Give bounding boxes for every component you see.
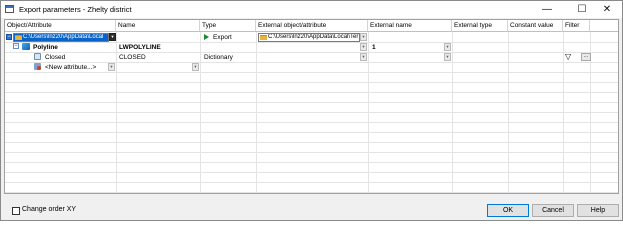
polyline-layer-icon: [22, 43, 30, 50]
grid-column-divider: [508, 32, 509, 193]
grid-column-divider: [563, 32, 564, 193]
object-name: Polyline: [33, 44, 58, 51]
external-name-dropdown-button[interactable]: ▼: [444, 43, 451, 51]
grid-row-divider: [5, 142, 618, 143]
grid-row-divider: [5, 192, 618, 193]
external-file-dropdown-button[interactable]: ▼: [360, 33, 367, 41]
collapse-icon[interactable]: −: [6, 34, 12, 40]
external-name-dropdown-button[interactable]: ▼: [444, 53, 451, 61]
grid-row-divider: [5, 102, 618, 103]
folder-icon: [260, 35, 267, 40]
grid-row-divider: [5, 72, 618, 73]
row-type: Export: [213, 34, 232, 41]
collapse-icon[interactable]: −: [13, 43, 19, 49]
title-bar: Export parameters - Zhelty district — ☐ …: [1, 1, 622, 18]
column-header-object-attribute[interactable]: Object/Attribute: [5, 20, 116, 32]
attribute-icon: [34, 53, 41, 60]
window-title: Export parameters - Zhelty district: [19, 5, 132, 14]
grid-row-divider: [5, 152, 618, 153]
external-name[interactable]: 1: [372, 43, 376, 52]
filter-options-button[interactable]: ...: [581, 53, 591, 61]
attribute-name: Closed: [45, 54, 66, 61]
column-header-external-type[interactable]: External type: [452, 20, 508, 32]
attribute-type: Dictionary: [204, 54, 233, 61]
grid-row-divider: [5, 82, 618, 83]
grid-row-divider: [5, 182, 618, 183]
grid-column-divider: [116, 32, 117, 193]
grid-row-divider: [5, 162, 618, 163]
external-attribute-dropdown-button[interactable]: ▼: [360, 53, 367, 61]
external-file-path[interactable]: C:\Users\lnz20\AppData\Local\Ter: [258, 33, 360, 42]
cancel-button[interactable]: Cancel: [532, 204, 574, 217]
export-arrow-icon: [204, 34, 209, 40]
app-icon: [5, 5, 14, 13]
grid-row-divider: [5, 92, 618, 93]
grid-row-divider: [5, 112, 618, 113]
filter-icon[interactable]: ▽: [565, 53, 571, 61]
column-header-spacer: [590, 20, 618, 32]
column-header-external-name[interactable]: External name: [368, 20, 452, 32]
minimize-button[interactable]: —: [532, 1, 562, 18]
grid-row-divider: [5, 42, 618, 43]
column-header-constant-value[interactable]: Constant value: [508, 20, 563, 32]
help-button[interactable]: Help: [577, 204, 619, 217]
grid-column-divider: [256, 32, 257, 193]
export-parameters-grid[interactable]: Object/Attribute Name Type External obje…: [4, 19, 619, 194]
new-attribute-name-dropdown-button[interactable]: ▼: [192, 63, 199, 71]
column-header-external-object-attribute[interactable]: External object/attribute: [256, 20, 368, 32]
source-file-path[interactable]: C:\Users\lnz20\AppData\Local: [13, 33, 109, 42]
close-button[interactable]: ✕: [592, 1, 622, 18]
ok-button[interactable]: OK: [487, 204, 529, 217]
grid-row-divider: [5, 132, 618, 133]
grid-column-divider: [368, 32, 369, 193]
grid-row-divider: [5, 52, 618, 53]
column-header-filter[interactable]: Filter: [563, 20, 590, 32]
folder-icon: [15, 35, 22, 40]
new-attribute-label[interactable]: <New attribute...>: [45, 63, 96, 72]
grid-row-divider: [5, 122, 618, 123]
change-order-xy-checkbox[interactable]: [12, 207, 20, 215]
change-order-xy-label[interactable]: Change order XY: [22, 206, 76, 213]
source-file-dropdown-button[interactable]: ▼: [109, 33, 116, 41]
grid-column-divider: [452, 32, 453, 193]
column-header-name[interactable]: Name: [116, 20, 200, 32]
column-header-type[interactable]: Type: [200, 20, 256, 32]
grid-row-divider: [5, 62, 618, 63]
new-attribute-icon: [34, 63, 41, 70]
new-attribute-dropdown-button[interactable]: ▼: [108, 63, 115, 71]
external-object-dropdown-button[interactable]: ▼: [360, 43, 367, 51]
grid-row-divider: [5, 172, 618, 173]
attribute-export-name[interactable]: CLOSED: [119, 53, 146, 62]
grid-column-divider: [200, 32, 201, 193]
export-parameters-window: Export parameters - Zhelty district — ☐ …: [0, 0, 623, 221]
object-export-name[interactable]: LWPOLYLINE: [119, 43, 161, 52]
